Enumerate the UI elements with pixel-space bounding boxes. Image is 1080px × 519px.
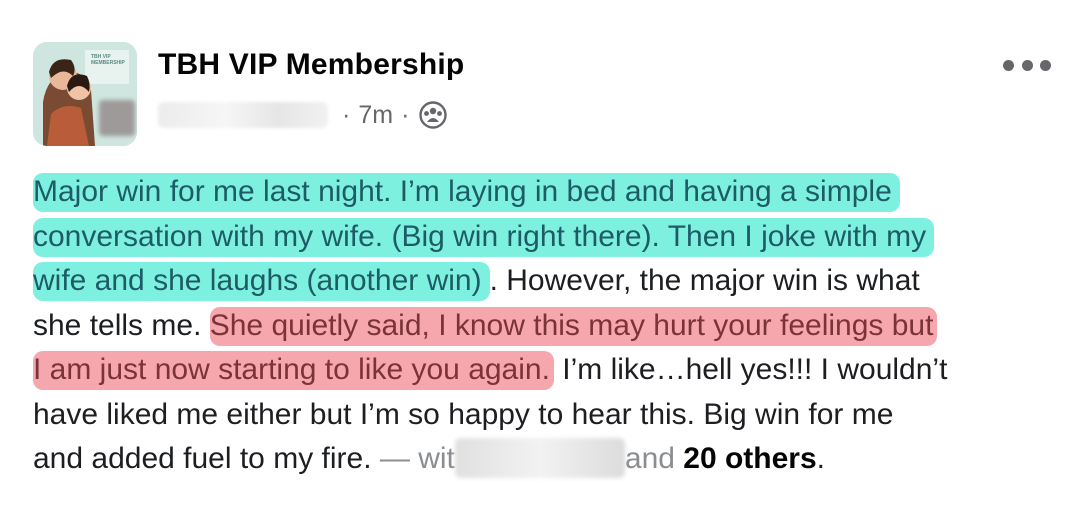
highlight-red: She quietly said, I know this may hurt y… — [209, 306, 938, 346]
post-timestamp[interactable]: 7m — [358, 101, 393, 130]
post-line-7: and added fuel to my fire. — wit and 20 o… — [33, 437, 1063, 482]
meta-separator-2: · — [401, 100, 410, 129]
post-text-plain: have liked me either but I’m so happy to… — [33, 397, 894, 431]
more-horizontal-icon-dot-3 — [1040, 59, 1051, 71]
group-icon — [419, 101, 448, 129]
redacted-profile-photo — [99, 100, 135, 136]
more-horizontal-icon — [1003, 59, 1014, 71]
redacted-tagged-name — [454, 438, 625, 478]
highlight-blue: wife and she laughs (another win) — [33, 262, 490, 301]
avatar-caption: TBH VIP MEMBERSHIP — [91, 54, 125, 66]
group-avatar[interactable]: TBH VIP MEMBERSHIP — [33, 42, 137, 146]
post-line-5: I am just now starting to like you again… — [33, 348, 1063, 393]
post-line-4: she tells me. She quietly said, I know t… — [33, 304, 1063, 349]
group-name-link[interactable]: TBH VIP Membership — [158, 48, 464, 82]
avatar-caption-line-2: MEMBERSHIP — [91, 60, 125, 66]
post-line-3: wife and she laughs (another win). Howev… — [33, 259, 1063, 304]
post-text-end: . — [816, 442, 826, 475]
post-text-plain: she tells me. — [33, 308, 210, 342]
post-line-2: conversation with my wife. (Big win righ… — [33, 215, 1063, 260]
highlight-blue: Major win for me last night. I’m laying … — [33, 173, 900, 212]
post-body: Major win for me last night. I’m laying … — [33, 170, 1063, 482]
highlight-blue: conversation with my wife. (Big win righ… — [33, 217, 935, 257]
with-tag-prefix: — wit — [371, 442, 455, 475]
redacted-author-name — [158, 102, 328, 128]
post-text-plain: and added fuel to my fire. — [33, 442, 372, 475]
more-horizontal-icon-dot-2 — [1021, 59, 1033, 71]
post-text-plain: I’m like…hell yes!!! I wouldn’t — [553, 353, 948, 386]
highlight-red: I am just now starting to like you again… — [33, 351, 554, 390]
meta-separator: · — [342, 100, 351, 129]
tagged-others-link[interactable]: 20 others — [683, 442, 816, 475]
post-text-plain: . However, the major win is what — [489, 264, 920, 297]
more-options-button[interactable] — [1003, 50, 1051, 80]
post-line-6: have liked me either but I’m so happy to… — [33, 393, 1063, 438]
post-line-1: Major win for me last night. I’m laying … — [33, 170, 1063, 215]
post-meta: · 7m · — [158, 98, 448, 132]
tagged-and: and — [624, 442, 684, 475]
